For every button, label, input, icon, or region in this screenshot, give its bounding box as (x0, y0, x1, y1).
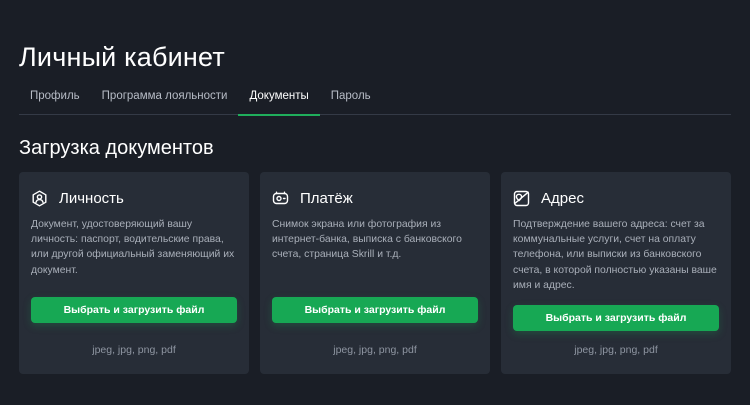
card-description: Снимок экрана или фотография из интернет… (272, 219, 462, 261)
card-header: Платёж (272, 188, 478, 208)
page-title: Личный кабинет (19, 42, 225, 72)
upload-address-button[interactable]: Выбрать и загрузить файл (513, 305, 719, 331)
allowed-formats: jpeg, jpg, png, pdf (92, 344, 176, 356)
card-description: Подтверждение вашего адреса: счет за ком… (513, 219, 717, 291)
address-card: Адрес Подтверждение вашего адреса: счет … (501, 172, 731, 374)
tab-documents[interactable]: Документы (238, 86, 321, 116)
card-header: Личность (31, 188, 237, 208)
allowed-formats: jpeg, jpg, png, pdf (333, 344, 417, 356)
tab-bar: Профиль Программа лояльности Документы П… (19, 86, 731, 116)
card-title: Платёж (300, 189, 353, 207)
payment-icon (272, 190, 289, 207)
account-page: Личный кабинет Профиль Программа лояльно… (0, 0, 750, 405)
card-title: Личность (59, 189, 124, 207)
upload-identity-button[interactable]: Выбрать и загрузить файл (31, 297, 237, 323)
allowed-formats: jpeg, jpg, png, pdf (574, 344, 658, 356)
document-cards: Личность Документ, удостоверяющий вашу л… (19, 172, 731, 374)
address-icon (513, 190, 530, 207)
identity-icon (31, 190, 48, 207)
tab-loyalty-program[interactable]: Программа лояльности (91, 86, 239, 115)
section-title: Загрузка документов (19, 137, 214, 159)
identity-card: Личность Документ, удостоверяющий вашу л… (19, 172, 249, 374)
card-description: Документ, удостоверяющий вашу личность: … (31, 219, 235, 276)
upload-payment-button[interactable]: Выбрать и загрузить файл (272, 297, 478, 323)
tab-password[interactable]: Пароль (320, 86, 382, 115)
tab-profile[interactable]: Профиль (19, 86, 91, 115)
card-header: Адрес (513, 188, 719, 208)
payment-card: Платёж Снимок экрана или фотография из и… (260, 172, 490, 374)
card-title: Адрес (541, 189, 584, 207)
